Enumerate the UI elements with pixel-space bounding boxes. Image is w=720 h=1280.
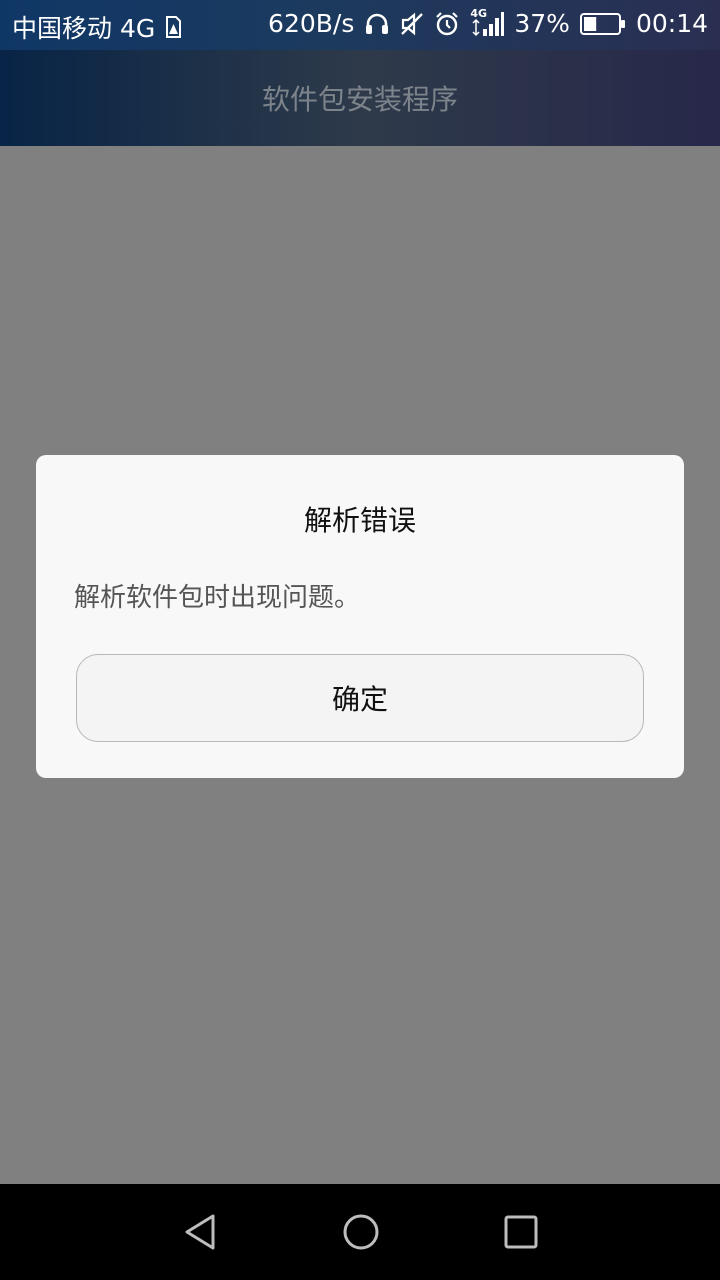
recents-icon[interactable]: [491, 1202, 551, 1262]
headphones-icon: [364, 11, 390, 37]
dialog-title: 解析错误: [303, 504, 416, 537]
status-bar: 中国移动 4G 620B/s 4G 37% 00:14: [0, 0, 720, 50]
navigation-bar: [0, 1184, 720, 1280]
back-icon[interactable]: [171, 1202, 231, 1262]
vibrate-muted-icon: [400, 11, 424, 37]
alarm-icon: [434, 11, 460, 37]
carrier-label: 中国移动 4G: [12, 14, 156, 43]
dialog-message: 解析软件包时出现问题。: [74, 583, 361, 613]
sim-alert-icon: [163, 15, 183, 39]
network-speed: 620B/s: [268, 9, 355, 38]
ok-button[interactable]: 确定: [76, 654, 644, 742]
app-bar: 软件包安装程序: [0, 50, 720, 146]
battery-percent: 37%: [514, 9, 570, 38]
error-dialog: 解析错误 解析软件包时出现问题。 确定: [36, 455, 684, 778]
home-icon[interactable]: [331, 1202, 391, 1262]
app-title: 软件包安装程序: [261, 83, 458, 116]
clock: 00:14: [635, 9, 708, 38]
battery-icon: [579, 12, 626, 36]
signal-icon: 4G: [470, 7, 505, 38]
